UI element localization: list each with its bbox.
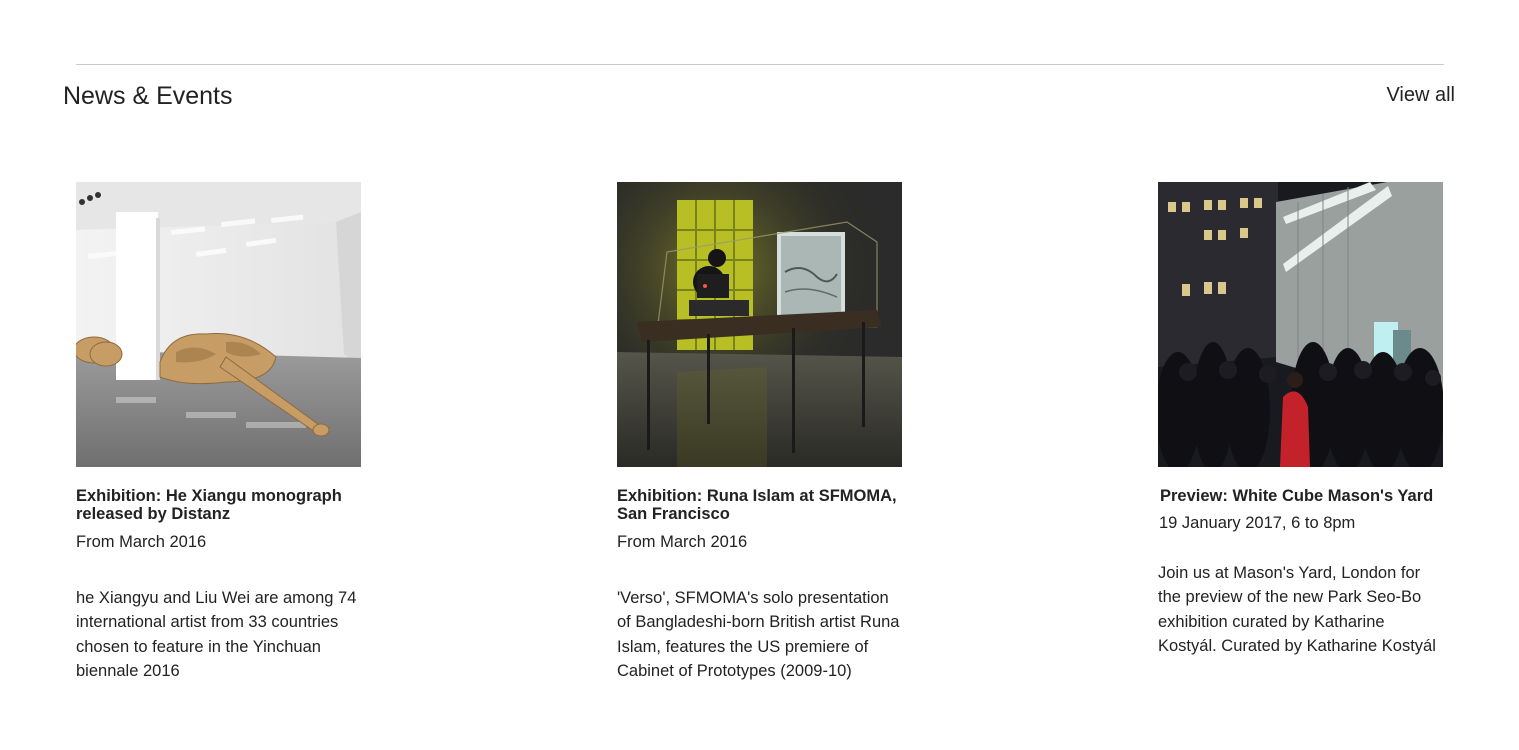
card-description: Join us at Mason's Yard, London for the … <box>1158 564 1436 656</box>
card-title[interactable]: Exhibition: Runa Islam at SFMOMA, San Fr… <box>617 487 907 523</box>
section-divider <box>76 64 1444 65</box>
card-description: he Xiangyu and Liu Wei are among 74 inte… <box>76 589 357 681</box>
view-all-link[interactable]: View all <box>1386 84 1455 107</box>
card-description: 'Verso', SFMOMA's solo presentation of B… <box>617 589 900 681</box>
news-card: Exhibition: He Xiangu monograph released… <box>76 182 366 684</box>
card-title[interactable]: Exhibition: He Xiangu monograph released… <box>76 487 366 523</box>
card-date: From March 2016 <box>76 533 207 551</box>
card-image[interactable] <box>617 182 902 467</box>
card-image[interactable] <box>76 182 361 467</box>
news-card: Exhibition: Runa Islam at SFMOMA, San Fr… <box>617 182 907 684</box>
news-card: Preview: White Cube Mason's Yard 19 Janu… <box>1158 182 1448 659</box>
card-date: From March 2016 <box>617 533 748 551</box>
card-title[interactable]: Preview: White Cube Mason's Yard <box>1160 487 1448 505</box>
card-date: 19 January 2017, 6 to 8pm <box>1159 514 1356 532</box>
card-image[interactable] <box>1158 182 1443 467</box>
section-title: News & Events <box>63 82 233 110</box>
